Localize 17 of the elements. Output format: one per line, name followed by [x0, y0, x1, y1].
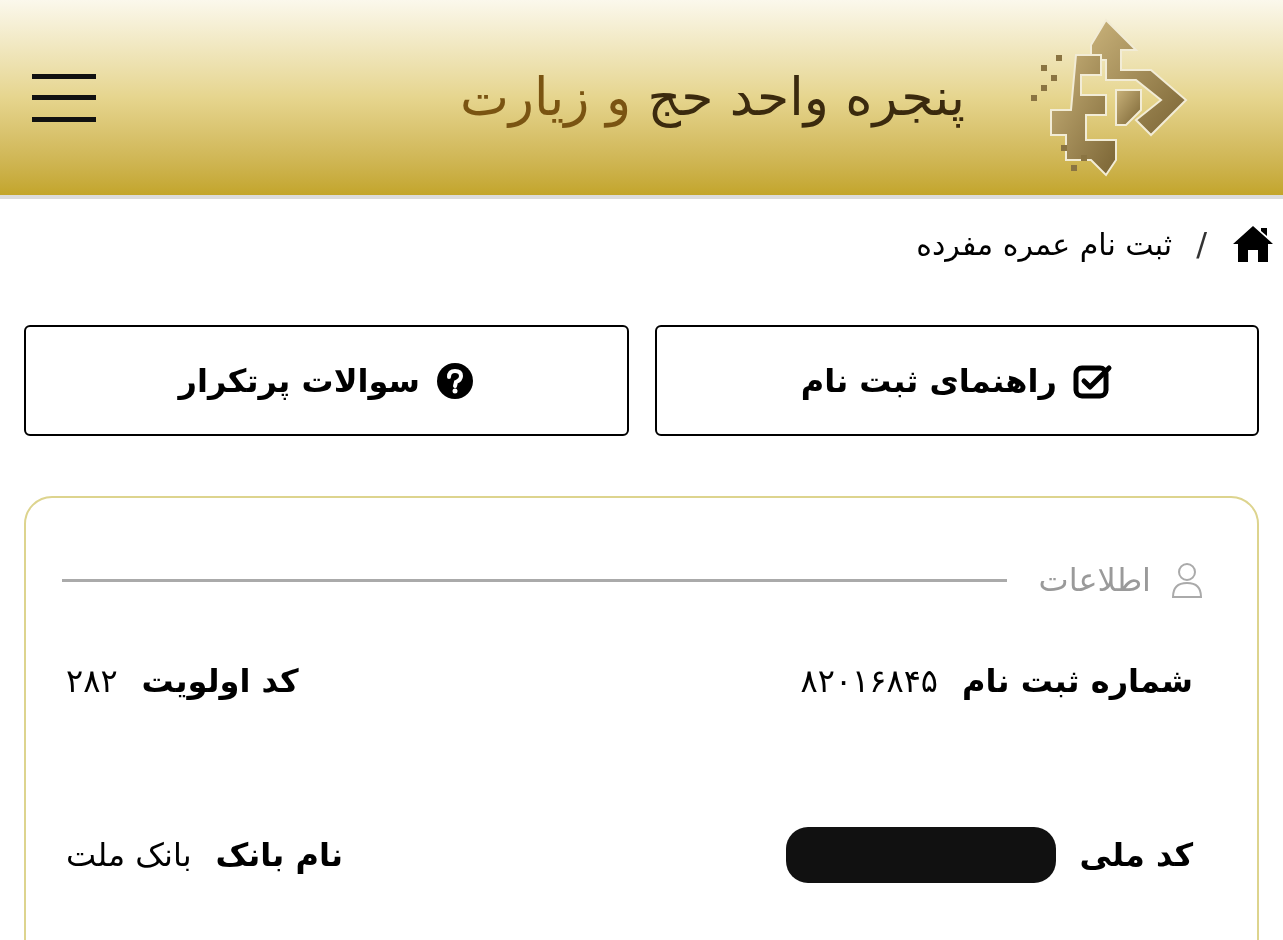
field-value: بانک ملت [66, 835, 192, 876]
breadcrumb-separator: / [1196, 224, 1207, 265]
field-value: ۲۸۲ [66, 661, 118, 702]
section-legend: اطلاعات [1038, 556, 1151, 604]
guide-button[interactable]: راهنمای ثبت نام [654, 325, 1259, 436]
field-value: ۸۲۰۱۶۸۴۵ [800, 661, 939, 702]
user-icon [1171, 561, 1203, 599]
field-label: شماره ثبت نام [962, 661, 1193, 702]
field-label: کد اولویت [141, 661, 299, 702]
site-title: پنجره واحد حج و زیارت [459, 66, 965, 130]
field-label: کد ملی [1079, 835, 1193, 876]
field-label: نام بانک [215, 835, 343, 876]
breadcrumb-current: ثبت نام عمره مفرده [916, 225, 1173, 264]
checkbox-icon [1072, 362, 1113, 399]
home-icon[interactable] [1231, 224, 1275, 264]
faq-button[interactable]: سوالات پرتکرار [24, 325, 629, 436]
question-icon [436, 361, 474, 400]
